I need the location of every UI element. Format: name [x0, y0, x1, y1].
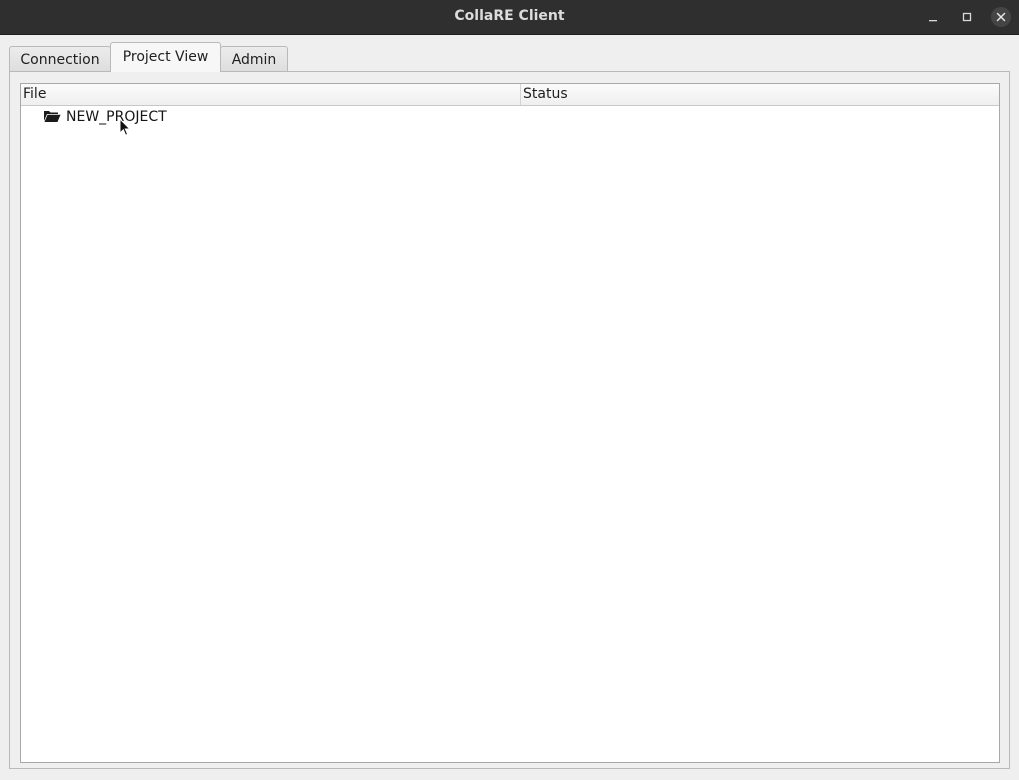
minimize-icon [929, 20, 937, 22]
close-button[interactable] [990, 6, 1012, 28]
close-icon [996, 12, 1006, 22]
minimize-button[interactable] [922, 6, 944, 28]
tab-panel: File Status NEW_PROJECT [9, 71, 1010, 769]
folder-open-icon [44, 111, 61, 122]
tab-admin[interactable]: Admin [220, 46, 288, 71]
title-bar[interactable]: CollaRE Client [0, 0, 1019, 35]
app-window: CollaRE Client Connection Project View A… [0, 0, 1019, 780]
tab-project-view[interactable]: Project View [110, 42, 221, 72]
maximize-icon [962, 12, 972, 22]
column-header-file[interactable]: File [21, 84, 521, 105]
mouse-cursor-icon [119, 118, 131, 136]
tree-row[interactable]: NEW_PROJECT [21, 106, 521, 128]
window-title: CollaRE Client [454, 8, 565, 24]
maximize-button[interactable] [956, 6, 978, 28]
tree-row-label: NEW_PROJECT [66, 109, 167, 125]
tab-connection[interactable]: Connection [9, 46, 111, 71]
column-header-status[interactable]: Status [521, 84, 568, 105]
tree-header: File Status [21, 84, 999, 106]
file-tree[interactable]: File Status NEW_PROJECT [20, 83, 1000, 763]
